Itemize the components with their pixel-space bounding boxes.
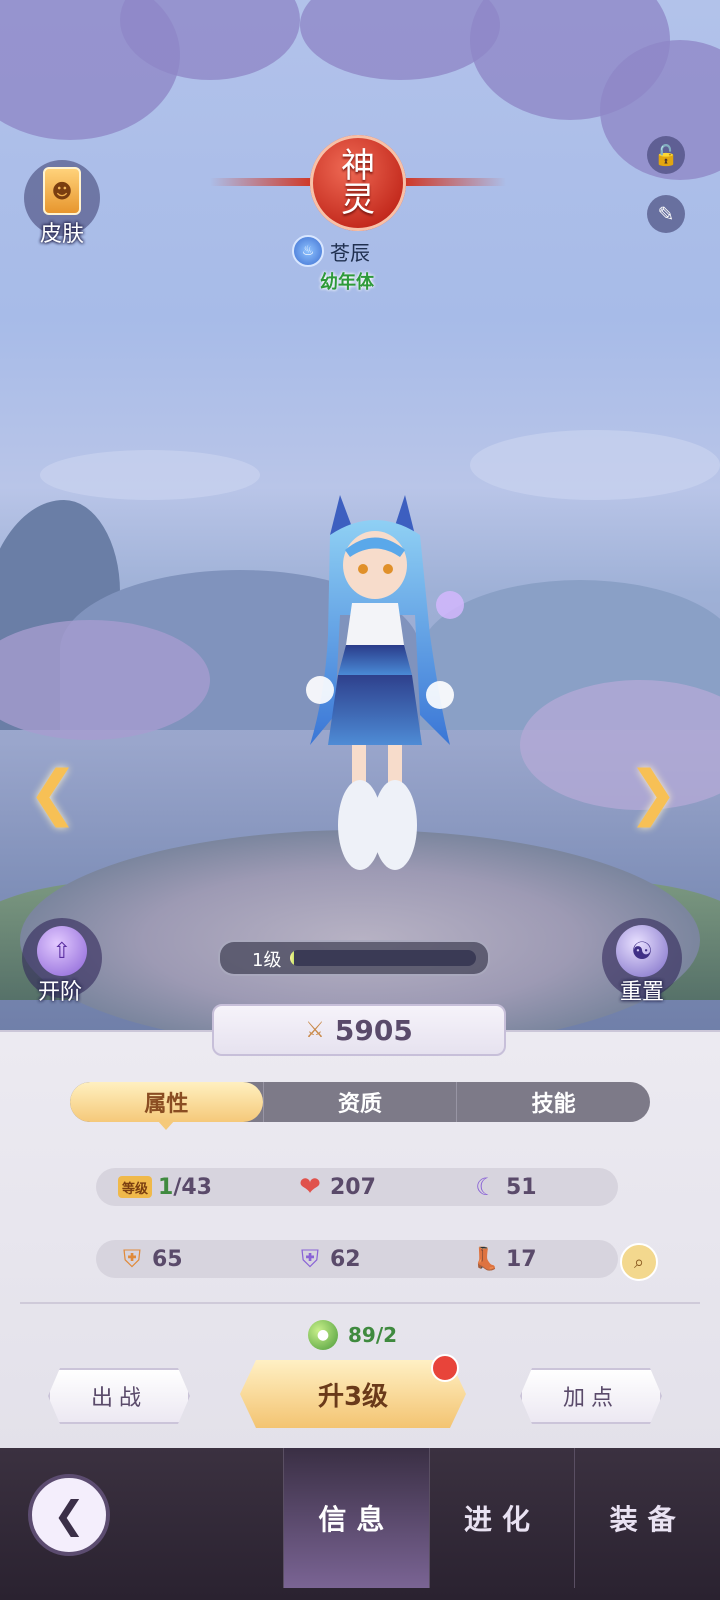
stats-detail-button[interactable]: ⌕	[620, 1243, 658, 1281]
bottom-tabs: 信息 进化 装备	[283, 1448, 720, 1588]
nav-tab-equipment[interactable]: 装备	[574, 1448, 720, 1588]
unlock-button[interactable]: 🔓	[647, 136, 685, 174]
brush-button[interactable]: ✎	[647, 195, 685, 233]
panel-divider	[20, 1302, 700, 1304]
deploy-button[interactable]: 出战	[48, 1368, 190, 1424]
skin-label: 皮肤	[40, 222, 85, 247]
character-stage: 幼年体	[320, 272, 374, 293]
flame-icon: ♨	[292, 235, 324, 267]
level-label: 1级	[252, 950, 282, 971]
exp-orb-icon: ●	[308, 1320, 338, 1350]
stat-hp: ❤ 207	[296, 1168, 376, 1206]
heart-icon: ❤	[299, 1172, 321, 1202]
detail-tabs: 属性 资质 技能	[70, 1082, 650, 1122]
sword-icon: ⚔	[305, 1017, 325, 1043]
defense-value: 65	[152, 1246, 183, 1272]
add-points-button[interactable]: 加点	[520, 1368, 662, 1424]
notification-dot	[431, 1354, 459, 1382]
brush-icon: ✎	[657, 202, 675, 226]
speed-value: 17	[506, 1246, 537, 1272]
nav-tab-evolve[interactable]: 进化	[428, 1448, 575, 1588]
magic-defense-value: 62	[330, 1246, 361, 1272]
power-box: ⚔ 5905	[212, 1004, 506, 1056]
stat-magic: ☾ 51	[472, 1168, 537, 1206]
tab-aptitude[interactable]: 资质	[262, 1082, 457, 1122]
magic-shield-icon: ⛨	[301, 1245, 319, 1273]
cat-card-icon: ☻	[43, 167, 81, 215]
stat-defense: ⛨ 65	[118, 1240, 183, 1278]
next-arrow-icon[interactable]: ❯	[626, 758, 680, 828]
character-name: 苍辰	[330, 240, 370, 265]
stats-row-2: ⛨ 65 ⛨ 62 👢 17	[96, 1240, 618, 1278]
stats-row-1: 等级 1/43 ❤ 207 ☾ 51	[96, 1168, 618, 1206]
level-current: 1	[158, 1174, 174, 1200]
upgrade-orb-icon: ⇧	[37, 926, 87, 976]
name-row: ♨ 苍辰	[292, 235, 370, 267]
nav-tab-info[interactable]: 信息	[283, 1448, 429, 1588]
rank-wing-right	[406, 178, 506, 186]
tab-skills[interactable]: 技能	[456, 1082, 650, 1122]
rank-badge: 神 灵	[310, 135, 406, 231]
rank-wing-left	[210, 178, 310, 186]
stat-level: 等级 1/43	[118, 1168, 212, 1206]
exp-row: ● 89/2	[308, 1320, 397, 1350]
level-progress-bar: 1级	[218, 940, 490, 976]
power-value: 5905	[334, 1013, 413, 1047]
exp-value: 89/2	[348, 1323, 398, 1347]
hp-value: 207	[330, 1174, 376, 1200]
magnifier-icon: ⌕	[633, 1251, 645, 1273]
character-figure[interactable]	[300, 495, 470, 905]
level-badge-icon: 等级	[118, 1176, 152, 1198]
magic-value: 51	[506, 1174, 537, 1200]
back-arrow-icon: ❮	[53, 1493, 85, 1537]
level-track	[290, 950, 476, 966]
upgrade-rank-label: 开阶	[38, 980, 83, 1005]
back-button[interactable]: ❮	[28, 1474, 110, 1556]
crescent-icon: ☾	[475, 1173, 497, 1201]
level-max: /43	[173, 1174, 212, 1200]
reset-label: 重置	[620, 980, 665, 1005]
shield-icon: ⛨	[123, 1245, 141, 1273]
rank-char-1: 神	[341, 146, 375, 186]
tab-pointer	[157, 1120, 175, 1130]
prev-arrow-icon[interactable]: ❮	[26, 758, 80, 828]
boot-icon: 👢	[472, 1246, 500, 1272]
level-fill	[290, 950, 294, 966]
stat-magic-defense: ⛨ 62	[296, 1240, 361, 1278]
reset-orb-icon: ☯	[616, 925, 668, 977]
stat-speed: 👢 17	[472, 1240, 537, 1278]
tab-attributes[interactable]: 属性	[70, 1082, 263, 1122]
rank-char-2: 灵	[341, 180, 375, 220]
unlock-icon: 🔓	[653, 143, 679, 167]
